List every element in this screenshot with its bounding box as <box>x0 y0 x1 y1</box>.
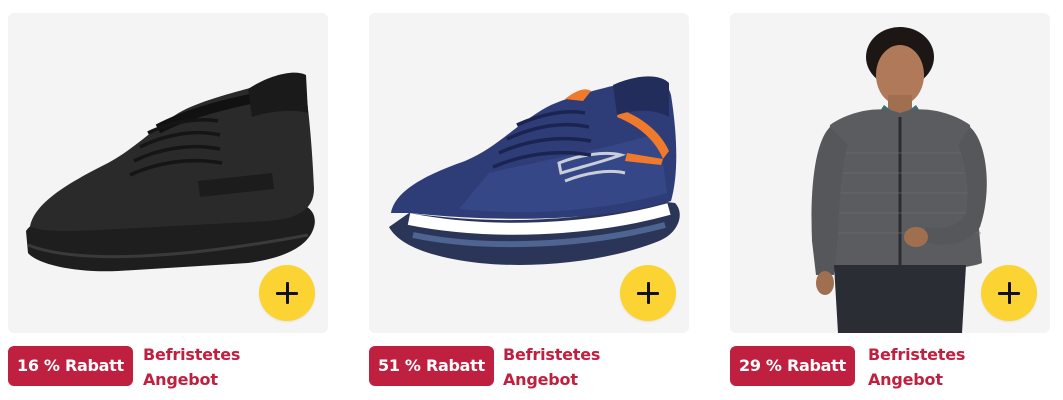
deal-info: 51 % Rabatt Befristetes Angebot <box>369 342 689 392</box>
product-grid: 16 % Rabatt Befristetes Angebot 51 % Rab… <box>0 0 1063 400</box>
add-to-cart-button[interactable] <box>981 265 1037 321</box>
product-card[interactable]: 51 % Rabatt Befristetes Angebot <box>369 0 689 400</box>
discount-badge: 16 % Rabatt <box>8 346 133 386</box>
deal-info: 16 % Rabatt Befristetes Angebot <box>8 342 328 392</box>
discount-badge: 51 % Rabatt <box>369 346 494 386</box>
add-to-cart-button[interactable] <box>620 265 676 321</box>
limited-offer-label: Befristetes Angebot <box>503 345 601 389</box>
plus-icon <box>637 282 659 304</box>
product-image[interactable] <box>730 13 1050 333</box>
add-to-cart-button[interactable] <box>259 265 315 321</box>
product-card[interactable]: 29 % Rabatt Befristetes Angebot <box>730 0 1050 400</box>
product-image[interactable] <box>8 13 328 333</box>
deal-info: 29 % Rabatt Befristetes Angebot <box>730 342 1050 392</box>
limited-offer-label: Befristetes Angebot <box>868 345 966 389</box>
plus-icon <box>998 282 1020 304</box>
discount-badge: 29 % Rabatt <box>730 346 855 386</box>
limited-offer-label: Befristetes Angebot <box>143 345 241 389</box>
product-image[interactable] <box>369 13 689 333</box>
product-card[interactable]: 16 % Rabatt Befristetes Angebot <box>8 0 328 400</box>
plus-icon <box>276 282 298 304</box>
